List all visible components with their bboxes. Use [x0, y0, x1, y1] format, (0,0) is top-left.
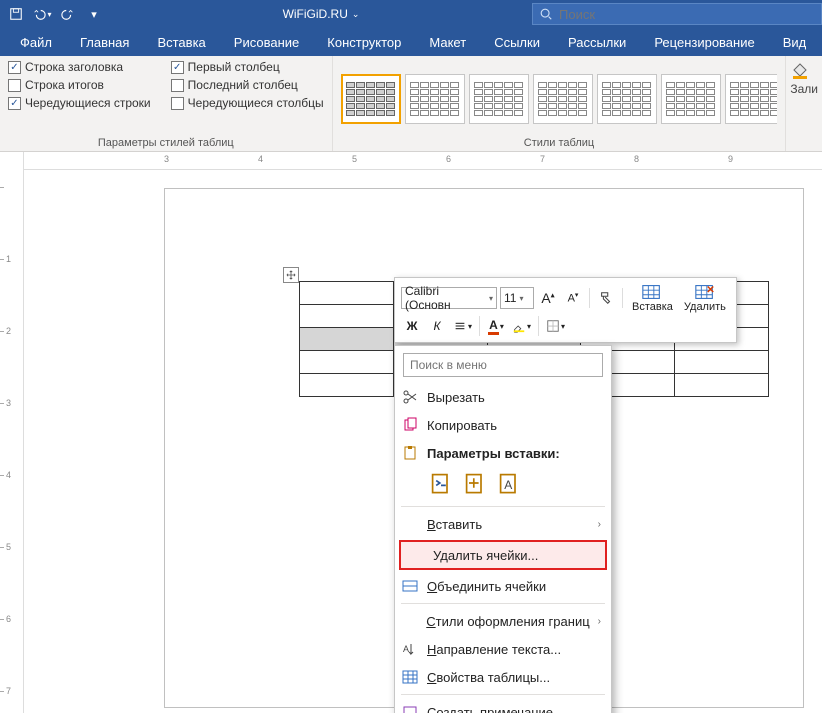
insert-button[interactable]: Вставка: [628, 283, 677, 313]
table-properties-icon: [401, 668, 419, 686]
horizontal-ruler: 3456789: [24, 152, 822, 170]
bucket-icon: [790, 60, 810, 80]
table-style-3[interactable]: [469, 74, 529, 124]
scissors-icon: [401, 388, 419, 406]
tab-home[interactable]: Главная: [66, 28, 143, 56]
increase-font-icon[interactable]: A▴: [537, 287, 559, 309]
font-color-button[interactable]: A▾: [485, 315, 507, 337]
customize-qat-icon[interactable]: ▾: [84, 4, 104, 24]
search-input[interactable]: [559, 7, 815, 22]
redo-icon[interactable]: [58, 4, 78, 24]
chk-banded-cols[interactable]: Чередующиеся столбцы: [171, 96, 324, 110]
svg-text:A: A: [403, 644, 409, 654]
shading-button[interactable]: Зали: [786, 56, 822, 151]
text-direction-icon: A: [401, 640, 419, 658]
ctx-delete-cells[interactable]: Удалить ячейки...: [399, 540, 607, 570]
chevron-right-icon: ›: [598, 519, 601, 530]
paste-merge-icon[interactable]: [463, 471, 487, 495]
vertical-ruler: 1234567: [0, 152, 24, 713]
table-style-5[interactable]: [597, 74, 657, 124]
svg-text:A: A: [504, 478, 512, 492]
tab-references[interactable]: Ссылки: [480, 28, 554, 56]
chk-last-col[interactable]: Последний столбец: [171, 78, 324, 92]
bold-button[interactable]: Ж: [401, 315, 423, 337]
clipboard-icon: [401, 444, 419, 462]
chk-first-col[interactable]: ✓Первый столбец: [171, 60, 324, 74]
table-style-7[interactable]: [725, 74, 778, 124]
chk-header-row[interactable]: ✓Строка заголовка: [8, 60, 151, 74]
chk-total-row[interactable]: Строка итогов: [8, 78, 151, 92]
table-style-2[interactable]: [405, 74, 465, 124]
table-style-1[interactable]: [341, 74, 401, 124]
save-icon[interactable]: [6, 4, 26, 24]
highlight-button[interactable]: ▾: [510, 315, 533, 337]
paste-text-only-icon[interactable]: A: [497, 471, 521, 495]
table-move-handle[interactable]: [283, 267, 299, 283]
ctx-insert[interactable]: ВВставитьставить ›: [395, 510, 611, 538]
underline-button[interactable]: ▾: [451, 315, 474, 337]
ctx-text-direction[interactable]: A Направление текста...: [395, 635, 611, 663]
paste-keep-source-icon[interactable]: [429, 471, 453, 495]
group-label-table-style-options: Параметры стилей таблиц: [8, 135, 324, 149]
merge-cells-icon: [401, 577, 419, 595]
comment-icon: [401, 703, 419, 713]
ctx-table-properties[interactable]: Свойства таблицы...: [395, 663, 611, 691]
tab-insert[interactable]: Вставка: [143, 28, 219, 56]
undo-icon[interactable]: ▾: [32, 4, 52, 24]
mini-toolbar: Calibri (Основн▾ 11▾ A▴ A▾ Вставка Удали…: [394, 277, 737, 343]
table-style-gallery[interactable]: ▴▾▾: [341, 60, 778, 135]
tab-review[interactable]: Рецензирование: [640, 28, 768, 56]
group-label-table-styles: Стили таблиц: [341, 135, 778, 149]
ctx-paste-options: Параметры вставки:: [395, 439, 611, 467]
context-menu: Вырезать Копировать Параметры вставки: A…: [394, 345, 612, 713]
ctx-merge-cells[interactable]: Объединить ячейки: [395, 572, 611, 600]
table-style-4[interactable]: [533, 74, 593, 124]
ctx-new-comment[interactable]: Создать примечание: [395, 698, 611, 713]
tab-file[interactable]: Файл: [6, 28, 66, 56]
document-title: WiFiGiD.RU: [283, 7, 348, 21]
font-size-combo[interactable]: 11▾: [500, 287, 534, 309]
title-dropdown-icon[interactable]: ⌄: [352, 9, 360, 20]
chevron-right-icon: ›: [598, 616, 601, 627]
tab-draw[interactable]: Рисование: [220, 28, 313, 56]
italic-button[interactable]: К: [426, 315, 448, 337]
ctx-cut[interactable]: Вырезать: [395, 383, 611, 411]
format-painter-icon[interactable]: [595, 287, 617, 309]
ctx-border-styles[interactable]: Стили оформления границ ›: [395, 607, 611, 635]
menu-search-input[interactable]: [403, 353, 603, 377]
tab-view[interactable]: Вид: [769, 28, 821, 56]
font-combo[interactable]: Calibri (Основн▾: [401, 287, 497, 309]
delete-button[interactable]: Удалить: [680, 283, 730, 313]
chk-banded-rows[interactable]: ✓Чередующиеся строки: [8, 96, 151, 110]
borders-button[interactable]: ▾: [544, 315, 567, 337]
tab-layout[interactable]: Макет: [415, 28, 480, 56]
search-icon: [539, 7, 553, 21]
copy-icon: [401, 416, 419, 434]
decrease-font-icon[interactable]: A▾: [562, 287, 584, 309]
table-style-6[interactable]: [661, 74, 721, 124]
ctx-copy[interactable]: Копировать: [395, 411, 611, 439]
tab-mailings[interactable]: Рассылки: [554, 28, 640, 56]
tab-design[interactable]: Конструктор: [313, 28, 415, 56]
search-box[interactable]: [532, 3, 822, 25]
